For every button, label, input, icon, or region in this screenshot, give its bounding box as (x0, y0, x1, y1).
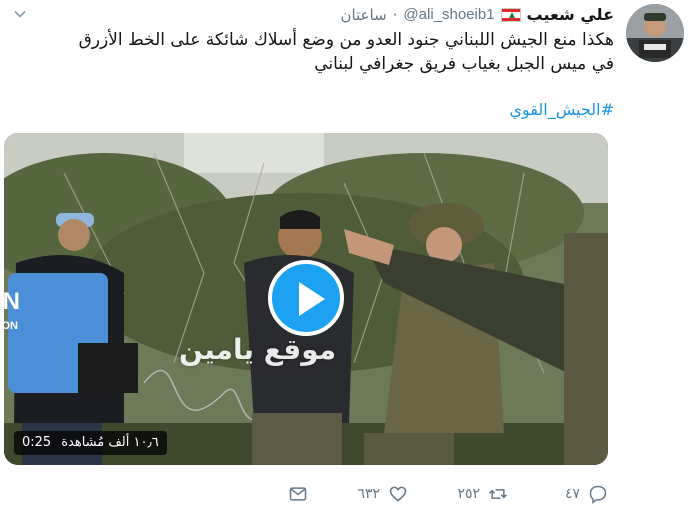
play-icon (299, 282, 325, 316)
video-info-badge: 0:25 ١٠٫٦ ألف مُشاهدة (14, 431, 167, 455)
tweet-text: هكذا منع الجيش اللبناني جنود العدو من وض… (78, 30, 614, 74)
reply-icon (589, 485, 607, 504)
video-views: ١٠٫٦ ألف مُشاهدة (61, 435, 159, 450)
tweet-actions: ٤٧ ٢٥٢ ٦٣٢ (288, 484, 608, 504)
tweet: علي شعيب @ali_shoeib1 · ساعتان هكذا منع … (0, 0, 694, 511)
reply-button[interactable]: ٤٧ (508, 484, 608, 504)
tweet-timestamp[interactable]: ساعتان (340, 6, 386, 24)
like-count: ٦٣٢ (357, 486, 380, 502)
dm-icon (289, 487, 307, 501)
chevron-down-icon[interactable] (14, 8, 26, 20)
retweet-icon (489, 489, 507, 499)
lebanon-flag-icon (500, 7, 521, 22)
like-button[interactable]: ٦٣٢ (308, 484, 408, 504)
separator-dot: · (392, 5, 398, 24)
play-button[interactable] (268, 260, 344, 336)
hashtag-link[interactable]: #الجيش_القوي (510, 100, 614, 119)
user-handle[interactable]: @ali_shoeib1 (403, 6, 494, 23)
tweet-header: علي شعيب @ali_shoeib1 · ساعتان (340, 5, 614, 24)
display-name[interactable]: علي شعيب (527, 5, 614, 24)
retweet-button[interactable]: ٢٥٢ (408, 484, 508, 504)
svg-text:UNIFIL LIAISON: UNIFIL LIAISON (4, 320, 18, 332)
avatar[interactable] (626, 4, 684, 62)
direct-message-button[interactable] (288, 484, 308, 504)
like-icon (389, 486, 407, 502)
svg-text:UN: UN (4, 288, 20, 315)
video-watermark: موقع يامين (179, 333, 337, 366)
reply-count: ٤٧ (564, 486, 580, 502)
video-player[interactable]: UN UNIFIL LIAISON (4, 133, 608, 465)
video-duration: 0:25 (22, 435, 52, 450)
retweet-count: ٢٥٢ (457, 486, 480, 502)
